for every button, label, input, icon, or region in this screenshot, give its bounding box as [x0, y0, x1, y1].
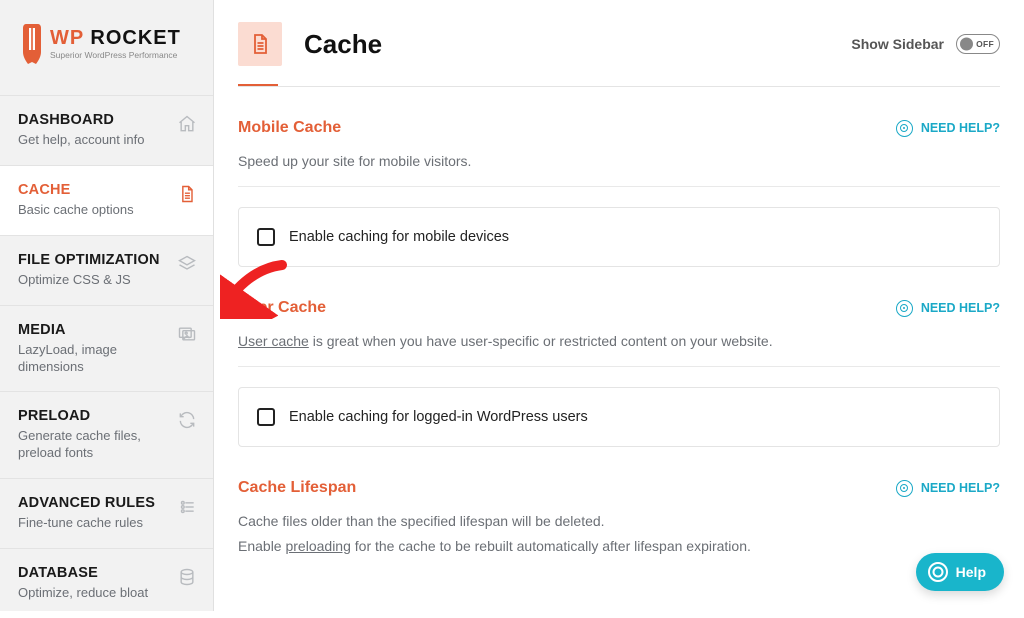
help-ring-icon: [896, 120, 913, 137]
layers-icon: [177, 254, 197, 274]
section-user-cache: User Cache NEED HELP? User cache is grea…: [238, 267, 1000, 447]
sidebar-item-preload[interactable]: PRELOAD Generate cache files, preload fo…: [0, 391, 213, 478]
database-icon: [177, 567, 197, 587]
nav-title: DATABASE: [18, 565, 148, 581]
brand-tagline: Superior WordPress Performance: [50, 50, 178, 60]
main-content: Cache Show Sidebar OFF Mobile Cache: [214, 0, 1024, 611]
need-help-link[interactable]: NEED HELP?: [896, 120, 1000, 137]
user-cache-link[interactable]: User cache: [238, 333, 309, 349]
section-cache-lifespan: Cache Lifespan NEED HELP? Cache files ol…: [238, 447, 1000, 557]
nav-title: ADVANCED RULES: [18, 495, 155, 511]
help-ring-icon: [928, 562, 948, 582]
sidebar-item-cache[interactable]: CACHE Basic cache options: [0, 165, 213, 235]
sidebar-item-media[interactable]: MEDIA LazyLoad, image dimensions: [0, 305, 213, 392]
need-help-link[interactable]: NEED HELP?: [896, 300, 1000, 317]
need-help-label: NEED HELP?: [921, 121, 1000, 135]
sidebar-item-database[interactable]: DATABASE Optimize, reduce bloat: [0, 548, 213, 618]
section-title: Mobile Cache: [238, 119, 341, 137]
page-header: Cache Show Sidebar OFF: [238, 22, 1000, 66]
option-user-caching[interactable]: Enable caching for logged-in WordPress u…: [238, 387, 1000, 447]
help-ring-icon: [896, 480, 913, 497]
checkbox-icon[interactable]: [257, 228, 275, 246]
nav-sub: Optimize, reduce bloat: [18, 585, 148, 602]
option-label: Enable caching for mobile devices: [289, 229, 509, 245]
nav-sub: Optimize CSS & JS: [18, 272, 160, 289]
section-divider: [238, 366, 1000, 367]
need-help-label: NEED HELP?: [921, 481, 1000, 495]
nav-sub: Get help, account info: [18, 132, 144, 149]
show-sidebar-label: Show Sidebar: [851, 36, 944, 52]
section-desc-line2: Enable preloading for the cache to be re…: [238, 536, 1000, 557]
refresh-icon: [177, 410, 197, 430]
section-title: User Cache: [238, 299, 326, 317]
svg-text:WP ROCKET: WP ROCKET: [50, 27, 181, 49]
sidebar-nav: DASHBOARD Get help, account info CACHE B…: [0, 95, 213, 618]
nav-sub: Fine-tune cache rules: [18, 515, 155, 532]
section-desc-line1: Cache files older than the specified lif…: [238, 511, 1000, 532]
section-mobile-cache: Mobile Cache NEED HELP? Speed up your si…: [238, 87, 1000, 267]
nav-title: PRELOAD: [18, 408, 177, 424]
page-header-icon: [238, 22, 282, 66]
section-desc: User cache is great when you have user-s…: [238, 331, 1000, 352]
toggle-off-label: OFF: [976, 39, 994, 49]
need-help-link[interactable]: NEED HELP?: [896, 480, 1000, 497]
option-mobile-caching[interactable]: Enable caching for mobile devices: [238, 207, 1000, 267]
checkbox-icon[interactable]: [257, 408, 275, 426]
need-help-label: NEED HELP?: [921, 301, 1000, 315]
section-divider: [238, 186, 1000, 187]
preloading-link[interactable]: preloading: [285, 538, 350, 554]
nav-sub: LazyLoad, image dimensions: [18, 342, 177, 376]
nav-title: DASHBOARD: [18, 112, 144, 128]
section-desc: Speed up your site for mobile visitors.: [238, 151, 1000, 172]
image-icon: [177, 324, 197, 344]
section-title: Cache Lifespan: [238, 479, 356, 497]
help-fab-button[interactable]: Help: [916, 553, 1004, 591]
brand-logo: WP ROCKET Superior WordPress Performance: [0, 0, 213, 95]
home-icon: [177, 114, 197, 134]
show-sidebar-toggle[interactable]: OFF: [956, 34, 1000, 54]
nav-sub: Basic cache options: [18, 202, 134, 219]
sidebar-item-advanced-rules[interactable]: ADVANCED RULES Fine-tune cache rules: [0, 478, 213, 548]
help-ring-icon: [896, 300, 913, 317]
sliders-icon: [177, 497, 197, 517]
help-fab-label: Help: [956, 564, 986, 580]
page-title: Cache: [304, 29, 382, 60]
sidebar: WP ROCKET Superior WordPress Performance…: [0, 0, 214, 611]
nav-sub: Generate cache files, preload fonts: [18, 428, 177, 462]
sidebar-item-dashboard[interactable]: DASHBOARD Get help, account info: [0, 95, 213, 165]
nav-title: CACHE: [18, 182, 134, 198]
sidebar-item-file-optimization[interactable]: FILE OPTIMIZATION Optimize CSS & JS: [0, 235, 213, 305]
nav-title: MEDIA: [18, 322, 177, 338]
option-label: Enable caching for logged-in WordPress u…: [289, 409, 588, 425]
nav-title: FILE OPTIMIZATION: [18, 252, 160, 268]
document-icon: [177, 184, 197, 204]
